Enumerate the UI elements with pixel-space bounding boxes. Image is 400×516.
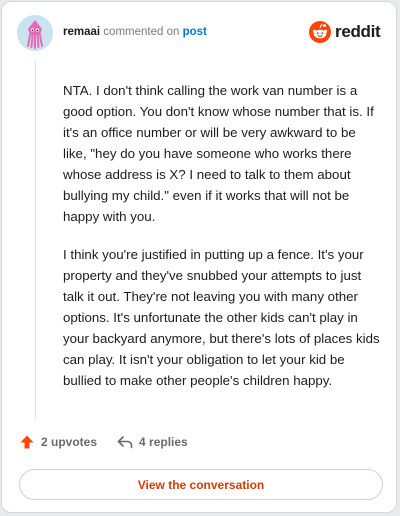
comment-actions: 2 upvotes 4 replies [19, 434, 188, 450]
commented-on-text: commented on [103, 26, 180, 38]
comment-paragraph: NTA. I don't think calling the work van … [63, 83, 374, 224]
reply-count: 4 replies [139, 435, 188, 449]
reply-arrow-icon[interactable] [117, 435, 133, 449]
avatar[interactable] [17, 15, 53, 51]
reddit-snoo-icon [309, 21, 331, 43]
view-conversation-button[interactable]: View the conversation [19, 469, 383, 500]
squid-avatar-icon [17, 15, 53, 51]
comment-body: NTA. I don't think calling the work van … [63, 80, 383, 408]
upvote-count: 2 upvotes [41, 435, 98, 449]
post-link[interactable]: post [183, 26, 207, 38]
reddit-wordmark: reddit [335, 22, 381, 41]
upvote-arrow-icon[interactable] [19, 434, 35, 450]
replies-button[interactable]: 4 replies [117, 435, 188, 449]
byline: remaai commented on post [63, 26, 207, 38]
view-conversation-label: View the conversation [137, 477, 265, 492]
comment-header: remaai commented on post reddit [2, 2, 396, 66]
comment-paragraph: I think you're justified in putting up a… [63, 247, 380, 388]
username-link[interactable]: remaai [63, 26, 100, 38]
comment-card: remaai commented on post reddit NTA. I d… [1, 1, 397, 513]
reddit-logo[interactable]: reddit [309, 21, 381, 43]
thread-line [35, 60, 36, 420]
upvote-button[interactable]: 2 upvotes [19, 434, 97, 450]
